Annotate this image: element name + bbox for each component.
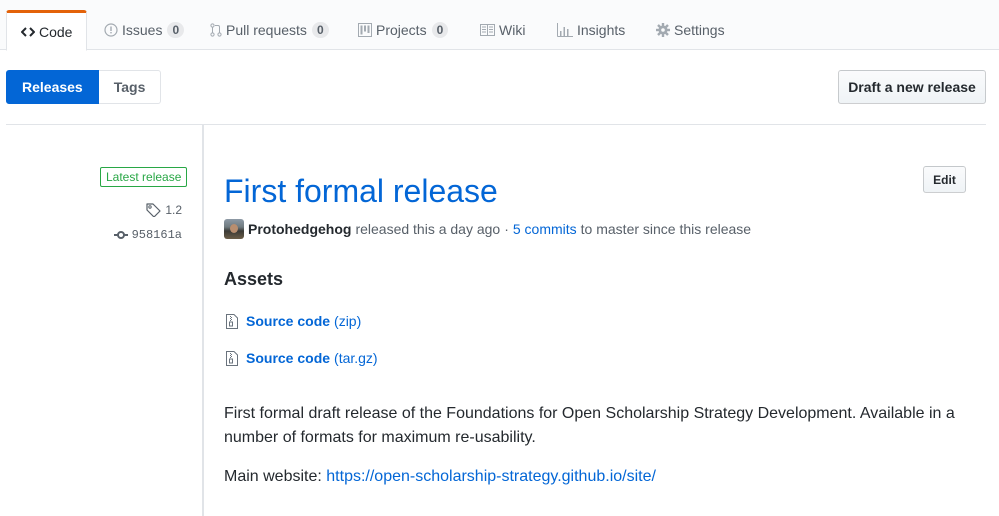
author-link[interactable]: Protohedgehog [248,221,351,237]
avatar[interactable] [224,219,244,239]
tab-label: Projects [376,22,427,38]
tab-label: Wiki [499,22,526,38]
release-byline: Protohedgehog released this a day ago · … [224,219,751,239]
commits-suffix: to master since this release [580,221,752,237]
timeline-divider [202,125,204,516]
website-label: Main website: [224,468,322,485]
file-zip-icon [226,313,238,329]
asset-name: Source code [246,350,331,366]
tag-icon [146,203,165,217]
project-icon [358,23,372,37]
website-line: Main website: https://open-scholarship-s… [224,465,656,489]
releases-tab[interactable]: Releases [6,70,99,104]
asset-ext: (tar.gz) [334,350,378,366]
releases-subnav: Releases Tags [6,70,162,104]
asset-ext: (zip) [334,313,362,329]
tab-label: Settings [674,22,725,38]
tab-wiki[interactable]: Wiki [480,10,525,50]
file-zip-icon [226,350,238,366]
tab-label: Insights [577,22,626,38]
assets-heading: Assets [224,269,284,289]
asset-name: Source code [246,313,331,329]
commit-icon [113,230,132,240]
pull-request-icon [210,23,222,37]
asset-source-zip[interactable]: Source code (zip) [226,313,361,329]
tab-pull-requests[interactable]: Pull requests 0 [210,10,329,50]
projects-count: 0 [431,22,449,38]
release-commit-link[interactable]: 958161a [113,228,182,242]
draft-new-release-button[interactable]: Draft a new release [838,70,986,104]
tab-issues[interactable]: Issues 0 [104,10,185,50]
website-link[interactable]: https://open-scholarship-strategy.github… [326,468,656,485]
tab-label: Issues [122,22,163,38]
tab-insights[interactable]: Insights [557,10,625,50]
pull-requests-count: 0 [311,22,329,38]
tag-name: 1.2 [165,203,182,217]
repo-nav: Code Issues 0 Pull requests 0 Projects 0… [0,0,999,51]
release-tag-link[interactable]: 1.2 [146,203,182,217]
book-icon [480,24,495,36]
released-text: released this a day ago [355,221,501,237]
separator: · [504,221,509,237]
tab-projects[interactable]: Projects 0 [358,10,449,50]
tab-settings[interactable]: Settings [656,10,725,50]
divider [6,124,986,125]
release-title[interactable]: First formal release [224,172,498,210]
code-icon [21,26,35,37]
latest-release-badge: Latest release [100,167,188,187]
commit-sha: 958161a [131,228,182,242]
release-description: First formal draft release of the Founda… [224,405,955,446]
edit-release-button[interactable]: Edit [923,166,966,193]
gear-icon [656,23,670,37]
tab-code[interactable]: Code [6,10,88,51]
issues-count: 0 [167,22,185,38]
issue-icon [104,23,118,37]
asset-source-targz[interactable]: Source code (tar.gz) [226,350,378,366]
tab-label: Pull requests [226,22,307,38]
graph-icon [557,23,573,37]
commits-link[interactable]: 5 commits [513,221,577,237]
tab-label: Code [39,23,73,40]
tags-tab[interactable]: Tags [98,70,162,104]
